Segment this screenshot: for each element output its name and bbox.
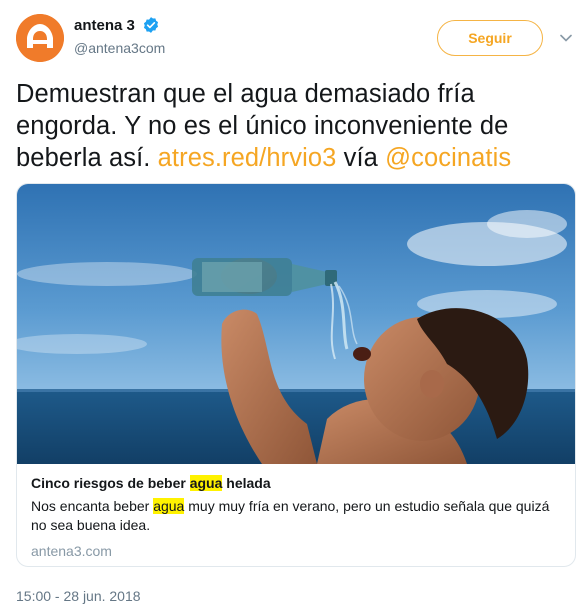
user-handle: @antena3com	[74, 40, 166, 57]
tweet-header: antena 3 @antena3com Seguir	[16, 12, 572, 64]
tweet-via-text: vía	[336, 144, 386, 172]
card-title-highlight: agua	[189, 475, 223, 491]
display-name[interactable]: antena 3	[74, 17, 135, 34]
card-title-after: helada	[222, 475, 271, 491]
link-card[interactable]: Cinco riesgos de beber agua helada Nos e…	[16, 183, 576, 567]
chevron-down-icon[interactable]	[560, 34, 572, 42]
card-description: Nos encanta beber agua muy muy fría en v…	[31, 497, 567, 535]
verified-badge-icon	[144, 17, 159, 33]
tweet-timestamp[interactable]: 15:00 - 28 jun. 2018	[16, 588, 141, 604]
antena3-logo-icon	[16, 14, 64, 62]
card-domain: antena3.com	[31, 543, 112, 559]
tweet-link[interactable]: atres.red/hrvio3	[158, 144, 337, 172]
card-body: Cinco riesgos de beber agua helada Nos e…	[31, 474, 567, 559]
follow-button[interactable]: Seguir	[437, 20, 543, 56]
card-image[interactable]	[17, 184, 575, 464]
card-title: Cinco riesgos de beber agua helada	[31, 474, 567, 492]
tweet-mention[interactable]: @cocinatis	[385, 144, 511, 172]
tweet-text: Demuestran que el agua demasiado fría en…	[16, 78, 568, 174]
card-desc-before: Nos encanta beber	[31, 498, 154, 514]
avatar[interactable]	[16, 14, 64, 62]
user-info: antena 3 @antena3com	[74, 16, 166, 57]
card-desc-highlight: agua	[153, 498, 185, 514]
card-title-before: Cinco riesgos de beber	[31, 475, 190, 491]
